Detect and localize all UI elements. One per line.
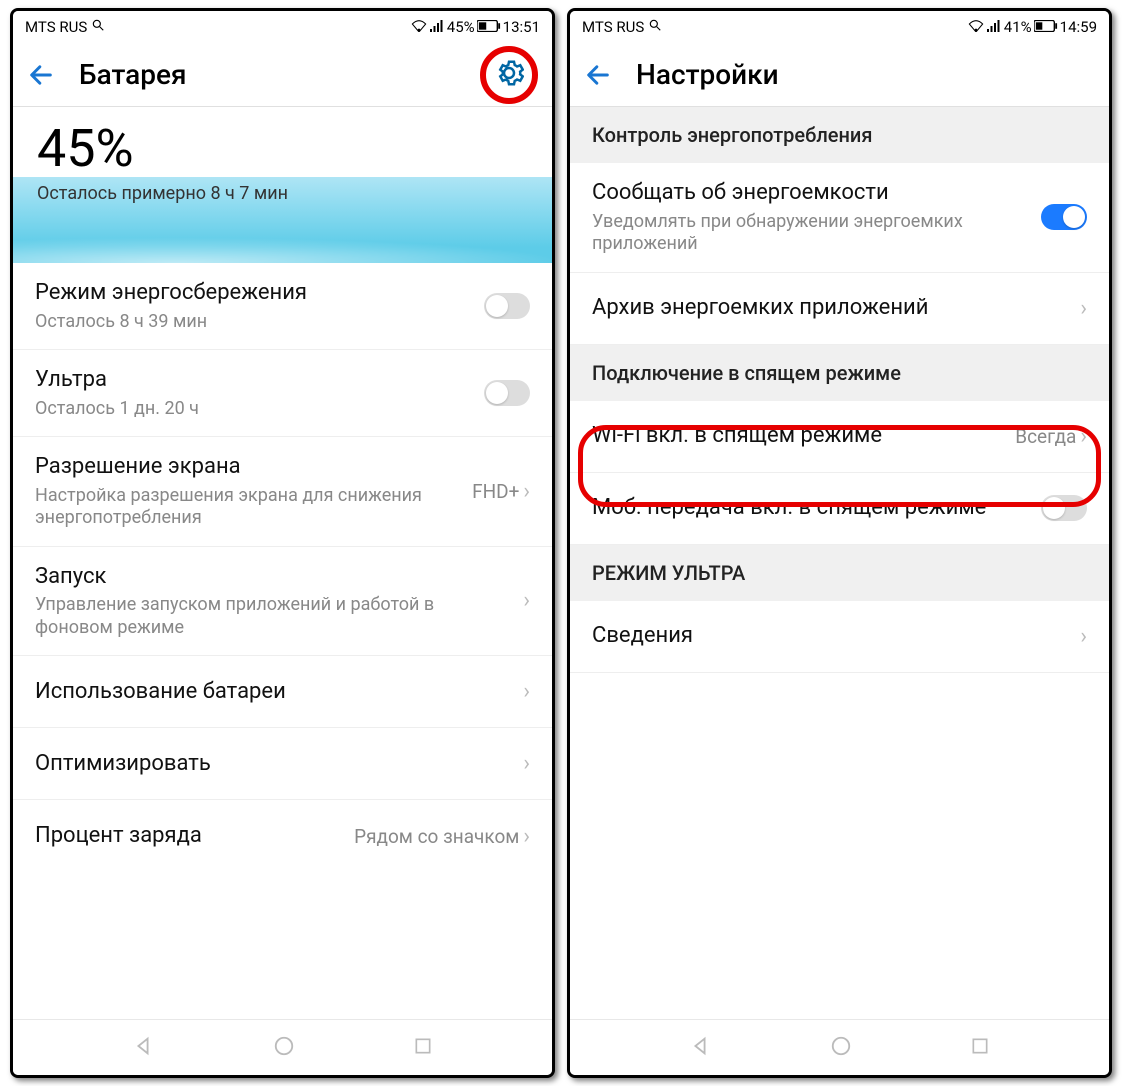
toggle-notify[interactable] [1041,204,1087,230]
back-arrow-icon[interactable] [27,61,55,89]
row-title: Запуск [35,563,513,591]
phone-left: MTS RUS 45% 13:51 Батарея [10,8,555,1078]
row-wifi-sleep[interactable]: Wi-Fi вкл. в спящем режиме Всегда › [570,401,1109,473]
phone-right: MTS RUS 41% 14:59 Настройки Контроль эне… [567,8,1112,1078]
row-ultra[interactable]: Ультра Осталось 1 дн. 20 ч [13,350,552,437]
row-title: Сведения [592,622,1070,650]
chevron-right-icon: › [523,588,530,613]
carrier-label: MTS RUS [25,18,87,36]
nav-recent-icon[interactable] [970,1036,990,1060]
app-bar: Настройки [570,43,1109,107]
battery-hero: 45% Осталось примерно 8 ч 7 мин [13,107,552,263]
row-sub: Уведомлять при обнаружении энергоемких п… [592,211,1031,256]
row-title: Процент заряда [35,822,344,850]
row-usage[interactable]: Использование батареи › [13,656,552,728]
page-title: Батарея [79,58,480,91]
row-info[interactable]: Сведения › [570,601,1109,673]
row-launch[interactable]: Запуск Управление запуском приложений и … [13,547,552,657]
row-value: Рядом со значком [354,825,519,848]
carrier-label: MTS RUS [582,18,644,36]
section-header-power: Контроль энергопотребления [570,107,1109,163]
row-title: Моб. передача вкл. в спящем режиме [592,494,1031,522]
row-value: FHD+ [472,480,519,503]
row-title: Использование батареи [35,678,513,706]
chevron-right-icon: › [1080,624,1087,649]
chevron-right-icon: › [523,679,530,704]
row-title: Разрешение экрана [35,453,462,481]
row-mobile-sleep[interactable]: Моб. передача вкл. в спящем режиме [570,473,1109,545]
time-label: 14:59 [1060,18,1097,36]
signal-icon [986,18,1002,36]
row-title: Оптимизировать [35,750,513,778]
row-optimize[interactable]: Оптимизировать › [13,728,552,800]
battery-pct-label: 41% [1004,18,1032,36]
page-title: Настройки [636,58,1095,91]
nav-back-icon[interactable] [689,1035,711,1061]
row-sub: Осталось 1 дн. 20 ч [35,398,474,421]
row-sub: Управление запуском приложений и работой… [35,594,513,639]
section-header-ultra: РЕЖИМ УЛЬТРА [570,545,1109,601]
toggle-ultra[interactable] [484,380,530,406]
row-sub: Настройка разрешения экрана для снижения… [35,485,462,530]
hero-remaining: Осталось примерно 8 ч 7 мин [37,183,528,204]
time-label: 13:51 [503,18,540,36]
row-sub: Осталось 8 ч 39 мин [35,311,474,334]
chevron-right-icon: › [523,479,530,504]
row-value: Всегда [1015,425,1076,448]
row-percent[interactable]: Процент заряда Рядом со значком › [13,800,552,872]
signal-icon [429,18,445,36]
toggle-power-saving[interactable] [484,293,530,319]
row-title: Сообщать об энергоемкости [592,179,1031,207]
chevron-right-icon: › [523,824,530,849]
gear-icon[interactable] [494,58,524,92]
search-icon [91,18,105,36]
battery-icon [1034,18,1058,36]
highlight-gear [480,46,538,104]
battery-pct-label: 45% [447,18,475,36]
app-bar: Батарея [13,43,552,107]
wifi-icon [968,18,984,36]
battery-icon [477,18,501,36]
row-power-saving[interactable]: Режим энергосбережения Осталось 8 ч 39 м… [13,263,552,350]
nav-home-icon[interactable] [830,1035,852,1061]
row-archive[interactable]: Архив энергоемких приложений › [570,273,1109,345]
toggle-mobile-sleep[interactable] [1041,495,1087,521]
chevron-right-icon: › [1080,296,1087,321]
nav-bar [570,1019,1109,1075]
wifi-icon [411,18,427,36]
back-arrow-icon[interactable] [584,61,612,89]
nav-recent-icon[interactable] [413,1036,433,1060]
status-bar: MTS RUS 45% 13:51 [13,11,552,43]
section-header-sleep: Подключение в спящем режиме [570,345,1109,401]
hero-percentage: 45% [37,123,528,175]
chevron-right-icon: › [1080,424,1087,449]
nav-home-icon[interactable] [273,1035,295,1061]
row-notify-intensive[interactable]: Сообщать об энергоемкости Уведомлять при… [570,163,1109,273]
row-title: Ультра [35,366,474,394]
nav-back-icon[interactable] [132,1035,154,1061]
row-title: Архив энергоемких приложений [592,294,1070,322]
row-resolution[interactable]: Разрешение экрана Настройка разрешения э… [13,437,552,547]
nav-bar [13,1019,552,1075]
search-icon [648,18,662,36]
status-bar: MTS RUS 41% 14:59 [570,11,1109,43]
row-title: Wi-Fi вкл. в спящем режиме [592,422,1005,450]
row-title: Режим энергосбережения [35,279,474,307]
chevron-right-icon: › [523,751,530,776]
